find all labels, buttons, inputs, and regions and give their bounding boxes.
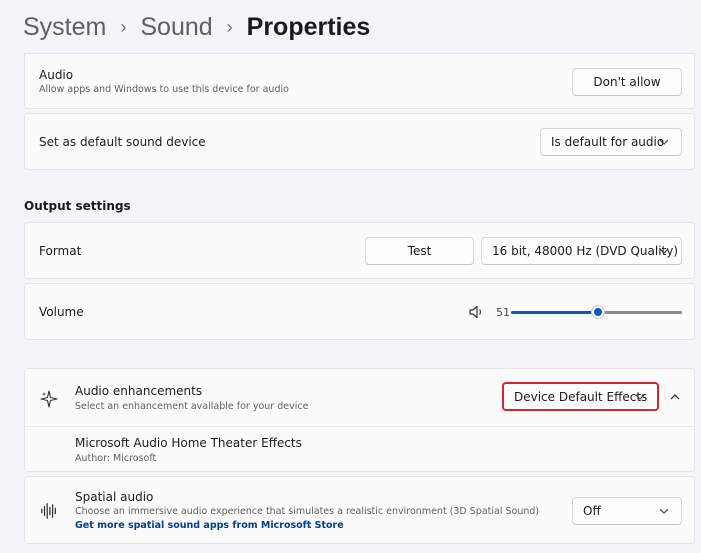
format-value: 16 bit, 48000 Hz (DVD Quality) — [492, 244, 679, 258]
spatial-store-link[interactable]: Get more spatial sound apps from Microso… — [75, 520, 344, 531]
enhancements-value: Device Default Effects — [514, 389, 648, 404]
format-title: Format — [39, 244, 82, 258]
chevron-up-icon[interactable] — [670, 394, 680, 400]
format-row: Format Test 16 bit, 48000 Hz (DVD Qualit… — [24, 222, 695, 279]
breadcrumb-separator: › — [120, 16, 127, 37]
default-device-title: Set as default sound device — [39, 135, 206, 149]
volume-track-filled — [511, 311, 598, 314]
page-title: Properties — [246, 12, 371, 41]
audio-access-title: Audio — [39, 68, 74, 82]
volume-slider[interactable] — [511, 303, 682, 321]
audio-access-subtitle: Allow apps and Windows to use this devic… — [39, 84, 289, 95]
volume-title: Volume — [39, 305, 84, 319]
breadcrumb-sound[interactable]: Sound — [140, 13, 212, 42]
chevron-down-icon — [659, 139, 669, 145]
output-settings-heading: Output settings — [24, 199, 131, 213]
speaker-icon[interactable] — [468, 304, 484, 320]
spatial-audio-dropdown[interactable]: Off — [572, 497, 682, 525]
chevron-down-icon — [659, 248, 669, 254]
spatial-audio-subtitle: Choose an immersive audio experience tha… — [75, 506, 540, 517]
volume-thumb[interactable] — [591, 305, 605, 319]
volume-track-empty — [598, 311, 682, 314]
spatial-audio-value: Off — [583, 504, 601, 518]
audio-enhancements-panel: Audio enhancements Select an enhancement… — [24, 368, 695, 472]
divider — [25, 426, 694, 427]
breadcrumb: System › Sound › Properties — [23, 10, 370, 44]
default-device-dropdown[interactable]: Is default for audio — [540, 128, 682, 156]
breadcrumb-system[interactable]: System — [23, 13, 106, 42]
spatial-audio-row: Spatial audio Choose an immersive audio … — [24, 476, 695, 544]
audio-access-row: Audio Allow apps and Windows to use this… — [24, 53, 695, 109]
format-dropdown[interactable]: 16 bit, 48000 Hz (DVD Quality) — [481, 237, 682, 265]
effect-author: Author: Microsoft — [75, 453, 157, 464]
chevron-down-icon — [635, 394, 645, 400]
enhancements-dropdown[interactable]: Device Default Effects — [502, 382, 659, 411]
default-device-row: Set as default sound device Is default f… — [24, 113, 695, 170]
sparkle-icon — [40, 390, 58, 408]
effect-name: Microsoft Audio Home Theater Effects — [75, 436, 302, 450]
audio-enhancements-title: Audio enhancements — [75, 384, 203, 398]
audio-enhancements-subtitle: Select an enhancement available for your… — [75, 401, 309, 412]
dont-allow-button[interactable]: Don't allow — [572, 68, 682, 96]
default-device-value: Is default for audio — [551, 135, 665, 149]
breadcrumb-separator: › — [226, 16, 233, 37]
chevron-down-icon — [659, 508, 669, 514]
spatial-audio-title: Spatial audio — [75, 490, 154, 504]
volume-row: Volume 51 — [24, 283, 695, 340]
volume-value: 51 — [496, 306, 510, 319]
waveform-icon — [41, 503, 56, 519]
test-button[interactable]: Test — [365, 237, 474, 265]
